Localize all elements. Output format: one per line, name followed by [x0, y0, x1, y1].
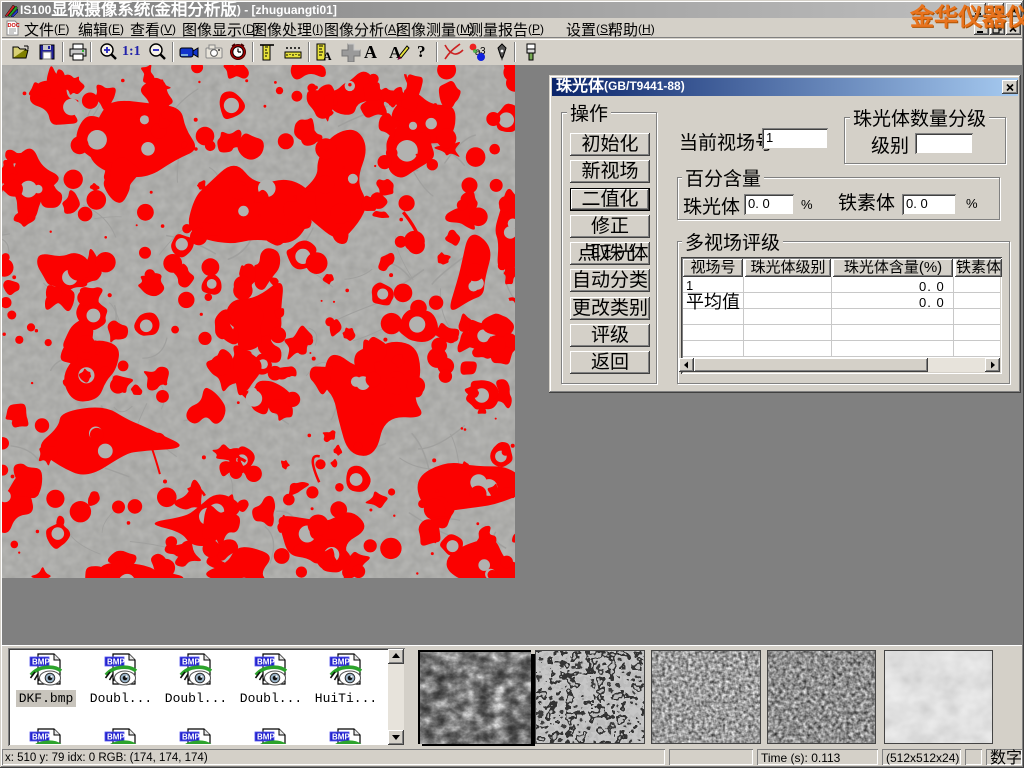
- svg-text:DOC: DOC: [8, 23, 20, 29]
- svg-text:A: A: [323, 49, 332, 62]
- svg-text:A: A: [389, 43, 402, 62]
